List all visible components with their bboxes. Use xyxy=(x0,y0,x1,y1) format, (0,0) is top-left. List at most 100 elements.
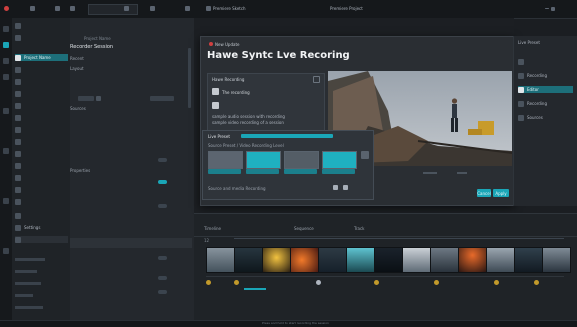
sidebar-item[interactable] xyxy=(15,174,68,181)
audio-level[interactable] xyxy=(244,288,266,290)
preset-icon[interactable] xyxy=(343,185,348,190)
sidebar-item[interactable] xyxy=(15,34,68,41)
sidebar-item[interactable] xyxy=(15,212,68,219)
preset-button[interactable] xyxy=(246,169,279,174)
preset-icon[interactable] xyxy=(333,185,338,190)
preset-thumb[interactable] xyxy=(322,151,357,169)
sidebar-item[interactable] xyxy=(15,114,68,121)
sidebar-item[interactable] xyxy=(15,198,68,205)
preset-thumb-selected[interactable] xyxy=(246,151,281,169)
prop-value[interactable] xyxy=(150,96,174,101)
menu-file[interactable] xyxy=(30,5,35,12)
menu-edit[interactable] xyxy=(55,5,60,12)
marker-icon[interactable] xyxy=(206,280,211,285)
preset-scroll-icon[interactable] xyxy=(361,151,369,159)
tool-audio-icon[interactable] xyxy=(3,108,9,114)
project-title: Premiere Project xyxy=(330,6,363,11)
sidebar-item[interactable] xyxy=(15,78,68,85)
sidebar-item[interactable] xyxy=(15,162,68,169)
close-icon[interactable] xyxy=(551,6,555,11)
prop-toggle[interactable] xyxy=(158,204,167,208)
menu-view[interactable] xyxy=(70,5,75,12)
marker-icon[interactable] xyxy=(234,280,239,285)
preset-button[interactable] xyxy=(322,169,355,174)
right-panel: Live Preset Recording Editor Recording S… xyxy=(513,36,577,206)
prop-toggle[interactable] xyxy=(158,276,167,280)
toolbar-export[interactable] xyxy=(150,5,155,12)
sidebar-item[interactable] xyxy=(15,66,68,73)
clip-thumb[interactable] xyxy=(234,247,263,273)
sidebar-item[interactable] xyxy=(15,90,68,97)
clip-thumb[interactable] xyxy=(458,247,487,273)
tool-record-icon[interactable] xyxy=(3,42,9,48)
clip-thumb[interactable] xyxy=(262,247,291,273)
clip-thumb[interactable] xyxy=(374,247,403,273)
sidebar-item[interactable] xyxy=(15,22,68,29)
clip-thumb[interactable] xyxy=(542,247,571,273)
tool-media-icon[interactable] xyxy=(3,74,9,80)
prop-toggle[interactable] xyxy=(158,290,167,294)
window-controls[interactable] xyxy=(545,5,555,12)
search-input[interactable] xyxy=(88,4,138,15)
sidebar-item[interactable] xyxy=(15,126,68,133)
prop-toggle-button[interactable] xyxy=(96,96,101,101)
prop-toggle[interactable] xyxy=(158,158,167,162)
clip-thumb[interactable] xyxy=(318,247,347,273)
apply-button[interactable]: Apply xyxy=(493,189,509,197)
sidebar-item[interactable] xyxy=(15,236,68,243)
marker-icon[interactable] xyxy=(494,280,499,285)
preset-button[interactable] xyxy=(284,169,317,174)
card-check-icon[interactable] xyxy=(313,76,320,83)
prop-toggle[interactable] xyxy=(158,180,167,184)
marker-icon[interactable] xyxy=(374,280,379,285)
mic-icon xyxy=(212,102,219,109)
scrollbar[interactable] xyxy=(188,48,191,108)
marker-icon[interactable] xyxy=(434,280,439,285)
clip-thumb[interactable] xyxy=(486,247,515,273)
sidebar-item-project[interactable]: Project Name xyxy=(15,54,68,61)
tool-layers-icon[interactable] xyxy=(3,58,9,64)
tab-sequence[interactable]: Sequence xyxy=(294,226,314,231)
sidebar-item[interactable] xyxy=(15,186,68,193)
sidebar-item[interactable] xyxy=(15,138,68,145)
preset-thumb[interactable] xyxy=(284,151,319,169)
clip-thumb[interactable] xyxy=(206,247,235,273)
right-item[interactable]: Recording xyxy=(518,72,573,79)
clip-thumb[interactable] xyxy=(514,247,543,273)
clip-thumb[interactable] xyxy=(346,247,375,273)
right-item[interactable] xyxy=(518,58,573,65)
sidebar-item[interactable] xyxy=(15,102,68,109)
tool-effects-icon[interactable] xyxy=(3,148,9,154)
tool-text-icon[interactable] xyxy=(3,198,9,204)
toolbar-settings[interactable] xyxy=(185,5,190,12)
prop-toggle[interactable] xyxy=(158,256,167,260)
tool-home-icon[interactable] xyxy=(3,26,9,32)
marker-icon[interactable] xyxy=(316,280,321,285)
toolbar-share[interactable] xyxy=(124,5,129,12)
right-item[interactable]: Sources xyxy=(518,114,573,121)
right-item[interactable]: Recording xyxy=(518,100,573,107)
sidebar-item[interactable] xyxy=(15,150,68,157)
app-menu[interactable] xyxy=(4,5,11,12)
preview-control[interactable] xyxy=(457,172,467,174)
sidebar-item-settings[interactable]: Settings xyxy=(15,224,68,231)
item-icon xyxy=(15,198,21,205)
cancel-button[interactable]: Cancel xyxy=(477,189,491,197)
right-item-selected[interactable]: Editor xyxy=(518,86,573,93)
preset-progress[interactable] xyxy=(241,134,333,138)
preset-button[interactable] xyxy=(208,169,241,174)
prop-button[interactable] xyxy=(78,96,94,101)
marker-icon[interactable] xyxy=(534,280,539,285)
tab-timeline[interactable]: Timeline xyxy=(204,226,221,231)
clip-thumb[interactable] xyxy=(430,247,459,273)
clip-thumb[interactable] xyxy=(402,247,431,273)
placeholder-line xyxy=(15,306,43,309)
preview-control[interactable] xyxy=(423,172,437,174)
tab-track[interactable]: Track xyxy=(354,226,364,231)
minimize-icon[interactable] xyxy=(545,8,549,9)
clip-thumb[interactable] xyxy=(290,247,319,273)
item-icon xyxy=(15,78,21,85)
preset-thumb[interactable] xyxy=(208,151,243,169)
tool-export-icon[interactable] xyxy=(3,248,9,254)
selected-row[interactable] xyxy=(70,238,192,248)
